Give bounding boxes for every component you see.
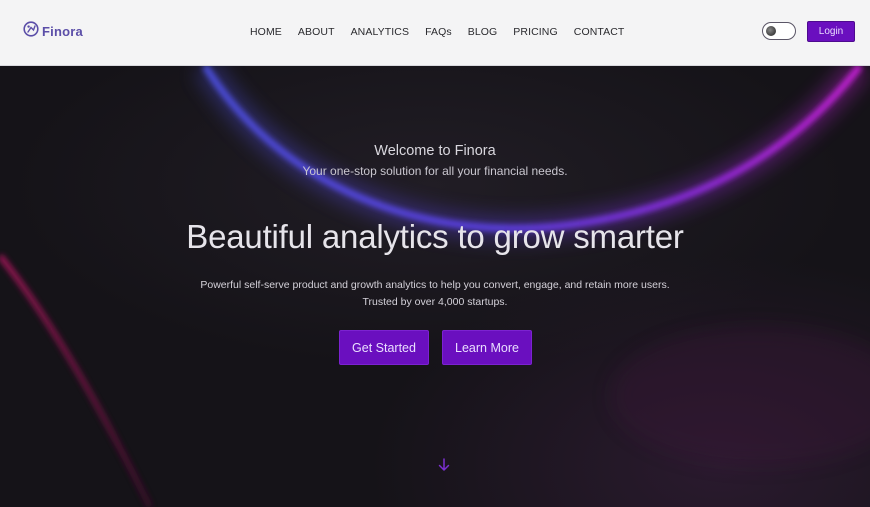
theme-toggle[interactable] <box>762 22 796 40</box>
finora-logo-icon <box>23 21 39 42</box>
toggle-knob <box>766 25 776 36</box>
hero-section: Welcome to Finora Your one-stop solution… <box>0 66 870 507</box>
learn-more-button[interactable]: Learn More <box>442 330 532 365</box>
get-started-button[interactable]: Get Started <box>339 330 429 365</box>
main-nav: HOME ABOUT ANALYTICS FAQs BLOG PRICING C… <box>250 26 640 38</box>
description-line-1: Powerful self-serve product and growth a… <box>200 279 670 291</box>
hero-description: Powerful self-serve product and growth a… <box>0 277 870 311</box>
arrow-down-icon[interactable] <box>435 456 453 474</box>
nav-analytics[interactable]: ANALYTICS <box>351 26 409 38</box>
nav-home[interactable]: HOME <box>250 26 282 38</box>
login-button[interactable]: Login <box>807 21 855 42</box>
nav-contact[interactable]: CONTACT <box>574 26 625 38</box>
welcome-subtitle: Your one-stop solution for all your fina… <box>302 164 568 178</box>
nav-blog[interactable]: BLOG <box>468 26 498 38</box>
welcome-title: Welcome to Finora <box>374 143 496 159</box>
nav-about[interactable]: ABOUT <box>298 26 335 38</box>
nav-faqs[interactable]: FAQs <box>425 26 452 38</box>
top-navbar: Finora HOME ABOUT ANALYTICS FAQs BLOG PR… <box>0 0 870 66</box>
brand-logo[interactable]: Finora <box>23 21 83 42</box>
nav-pricing[interactable]: PRICING <box>513 26 557 38</box>
brand-name: Finora <box>42 24 83 39</box>
hero-headline: Beautiful analytics to grow smarter <box>186 218 684 255</box>
description-line-2: Trusted by over 4,000 startups. <box>362 296 508 308</box>
